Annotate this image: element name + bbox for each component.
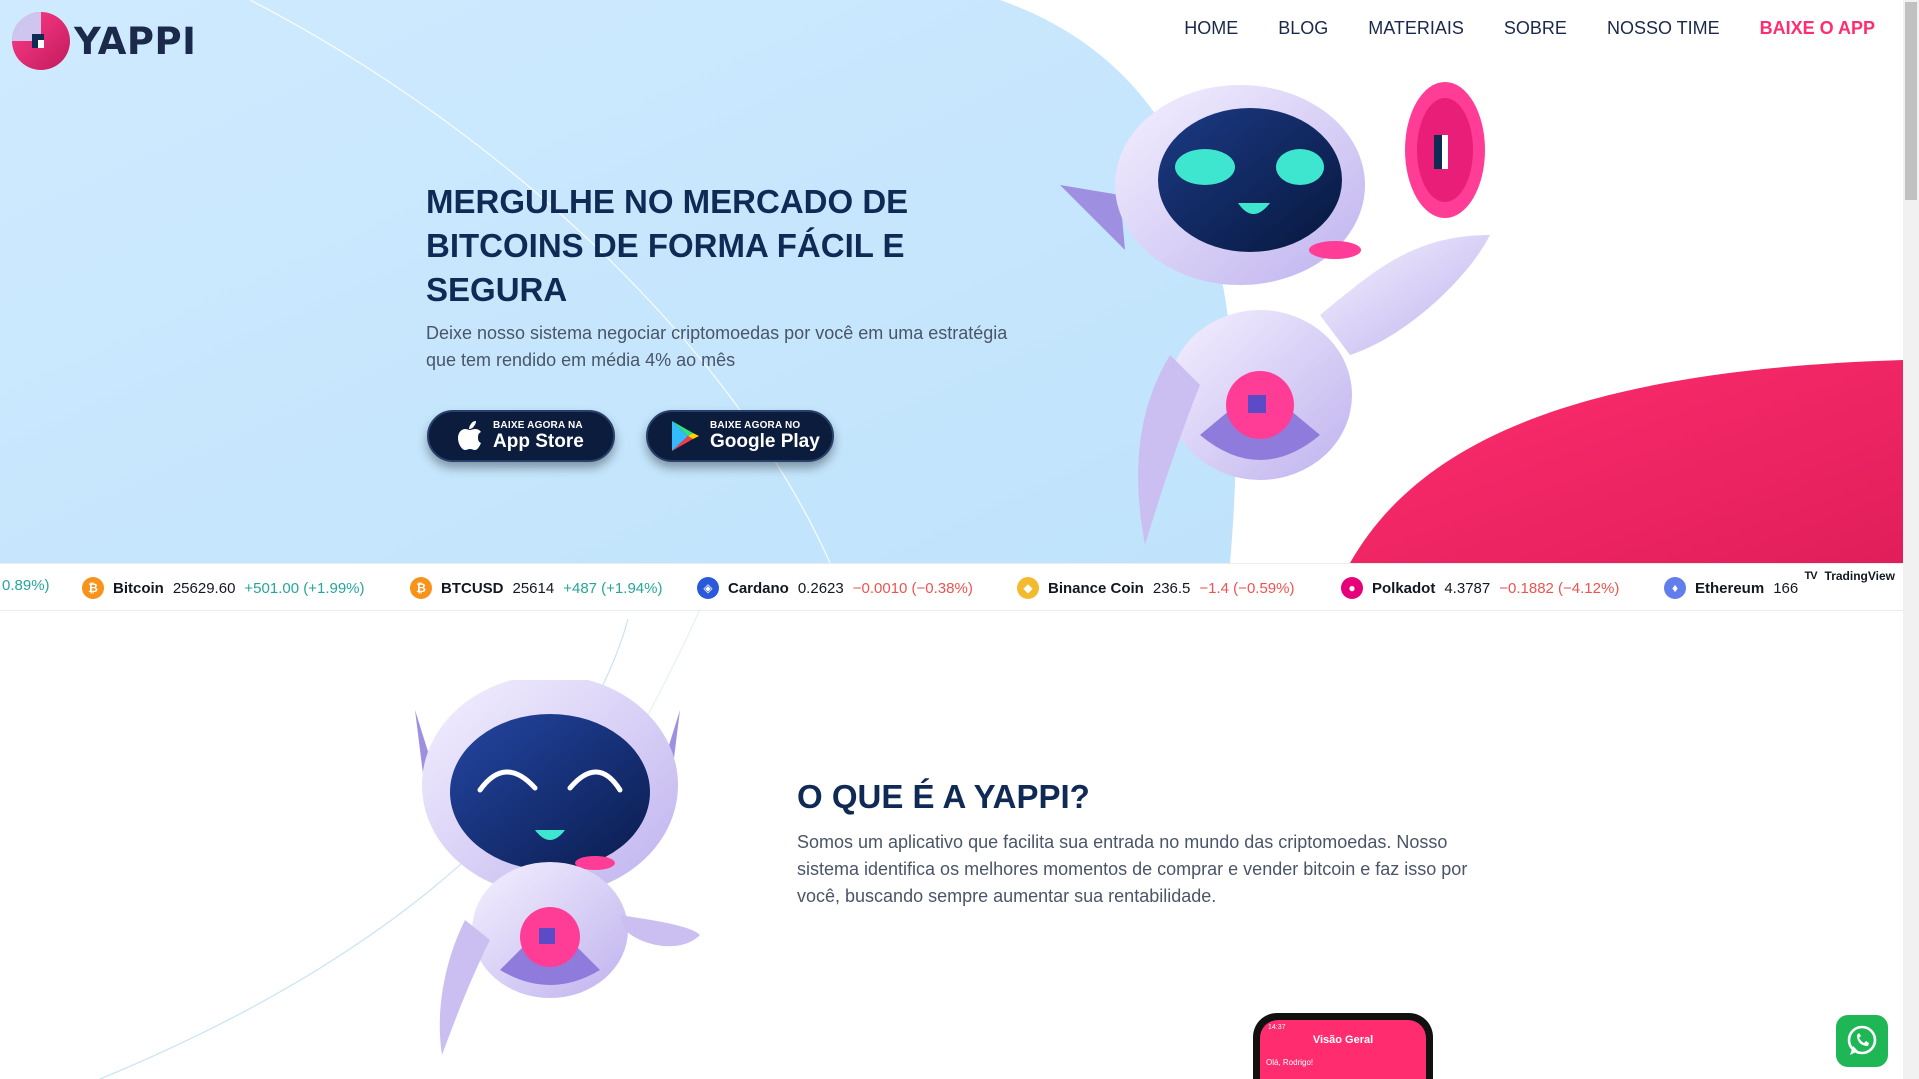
page-scrollbar[interactable] xyxy=(1903,0,1919,1079)
binance-icon: ◆ xyxy=(1017,577,1039,599)
google-play-button[interactable]: BAIXE AGORA NO Google Play xyxy=(646,410,834,462)
nav-blog[interactable]: BLOG xyxy=(1278,18,1328,39)
nav-materiais[interactable]: MATERIAIS xyxy=(1368,18,1464,39)
ticker-item[interactable]: ♦ Ethereum 166 xyxy=(1664,577,1798,599)
hero-section: YAPPI HOME BLOG MATERIAIS SOBRE NOSSO TI… xyxy=(0,0,1903,563)
robot-mascot-illustration xyxy=(1060,82,1490,545)
scrollbar-thumb[interactable] xyxy=(1905,2,1917,200)
about-title: O QUE É A YAPPI? xyxy=(797,778,1090,815)
happy-robot-illustration xyxy=(415,680,700,1055)
ethereum-icon: ♦ xyxy=(1664,577,1686,599)
ticker-item[interactable]: ◆ Binance Coin 236.5 −1.4 (−0.59%) xyxy=(1017,577,1294,599)
phone-mockup: 14:37 Visão Geral Olá, Rodrigo! xyxy=(1253,1013,1433,1079)
nav-nosso-time[interactable]: NOSSO TIME xyxy=(1607,18,1720,39)
whatsapp-button[interactable] xyxy=(1836,1015,1888,1067)
polkadot-icon: ● xyxy=(1341,577,1363,599)
nav-download-app[interactable]: BAIXE O APP xyxy=(1760,18,1875,39)
main-nav: HOME BLOG MATERIAIS SOBRE NOSSO TIME BAI… xyxy=(1184,18,1875,39)
whatsapp-icon xyxy=(1847,1025,1877,1055)
google-play-icon xyxy=(672,421,699,451)
phone-screen: 14:37 Visão Geral Olá, Rodrigo! xyxy=(1260,1020,1426,1079)
phone-greeting: Olá, Rodrigo! xyxy=(1266,1058,1314,1067)
bitcoin-icon: ₿ xyxy=(82,577,104,599)
bitcoin-icon: ₿ xyxy=(410,577,432,599)
ticker-fragment: 0.89%) xyxy=(2,577,50,594)
ticker-item[interactable]: ₿ Bitcoin 25629.60 +501.00 (+1.99%) xyxy=(82,577,365,599)
ticker-item[interactable]: ₿ BTCUSD 25614 +487 (+1.94%) xyxy=(410,577,662,599)
tradingview-attribution[interactable]: TV TradingView xyxy=(1798,564,1903,588)
phone-screen-title: Visão Geral xyxy=(1312,1034,1374,1046)
google-play-label: Google Play xyxy=(710,431,820,452)
google-play-caption: BAIXE AGORA NO xyxy=(710,420,801,431)
brand-name: YAPPI xyxy=(74,19,197,63)
cardano-icon: ◈ xyxy=(697,577,719,599)
yappi-logo-icon xyxy=(12,12,70,70)
hero-title: MERGULHE NO MERCADO DE BITCOINS DE FORMA… xyxy=(426,183,909,308)
about-text: Somos um aplicativo que facilita sua ent… xyxy=(797,832,1468,906)
ticker-item[interactable]: ◈ Cardano 0.2623 −0.0010 (−0.38%) xyxy=(697,577,973,599)
hero-subtitle: Deixe nosso sistema negociar criptomoeda… xyxy=(426,323,1008,370)
app-store-button[interactable]: BAIXE AGORA NA App Store xyxy=(427,410,615,462)
app-store-caption: BAIXE AGORA NA xyxy=(493,420,583,431)
nav-sobre[interactable]: SOBRE xyxy=(1504,18,1567,39)
crypto-ticker[interactable]: 0.89%) ₿ Bitcoin 25629.60 +501.00 (+1.99… xyxy=(0,563,1903,611)
nav-home[interactable]: HOME xyxy=(1184,18,1238,39)
brand-logo[interactable]: YAPPI xyxy=(10,10,196,72)
tradingview-icon: TV xyxy=(1804,570,1818,582)
phone-time: 14:37 xyxy=(1268,1024,1286,1031)
ticker-item[interactable]: ● Polkadot 4.3787 −0.1882 (−4.12%) xyxy=(1341,577,1619,599)
app-store-label: App Store xyxy=(493,431,584,452)
apple-icon xyxy=(458,421,481,450)
